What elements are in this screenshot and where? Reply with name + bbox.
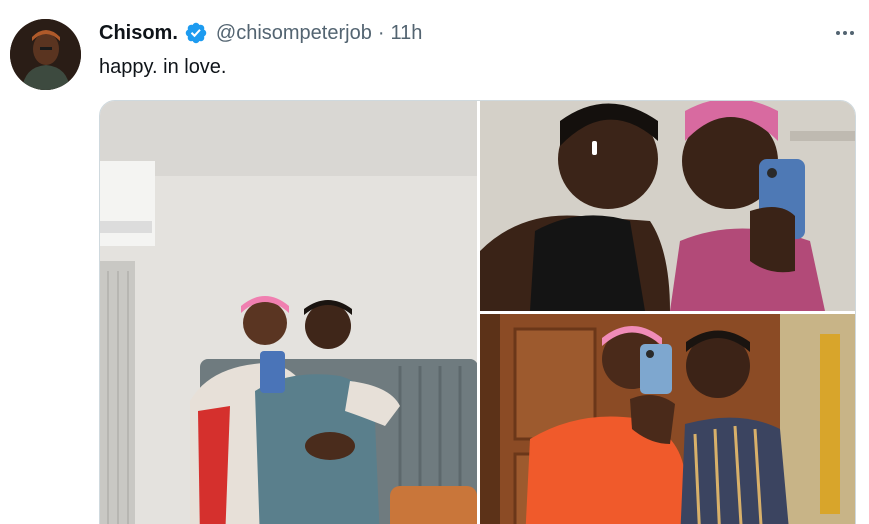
tweet: Chisom. @chisompeterjob · 11h happy. in … xyxy=(0,0,869,524)
timestamp[interactable]: 11h xyxy=(391,22,423,45)
media-grid xyxy=(99,100,856,524)
verified-badge-icon xyxy=(184,21,208,45)
photo-2[interactable] xyxy=(480,101,855,311)
display-name[interactable]: Chisom. xyxy=(99,22,178,45)
avatar[interactable] xyxy=(10,19,81,90)
avatar-image xyxy=(10,19,81,90)
photo-3[interactable] xyxy=(480,314,855,524)
more-dots-icon xyxy=(836,31,854,35)
separator: · xyxy=(377,21,385,44)
more-button[interactable] xyxy=(828,22,862,44)
handle[interactable]: @chisompeterjob xyxy=(216,22,372,45)
tweet-header: Chisom. @chisompeterjob · 11h xyxy=(99,20,422,46)
photo-1[interactable] xyxy=(100,101,477,524)
tweet-text: happy. in love. xyxy=(99,56,227,78)
